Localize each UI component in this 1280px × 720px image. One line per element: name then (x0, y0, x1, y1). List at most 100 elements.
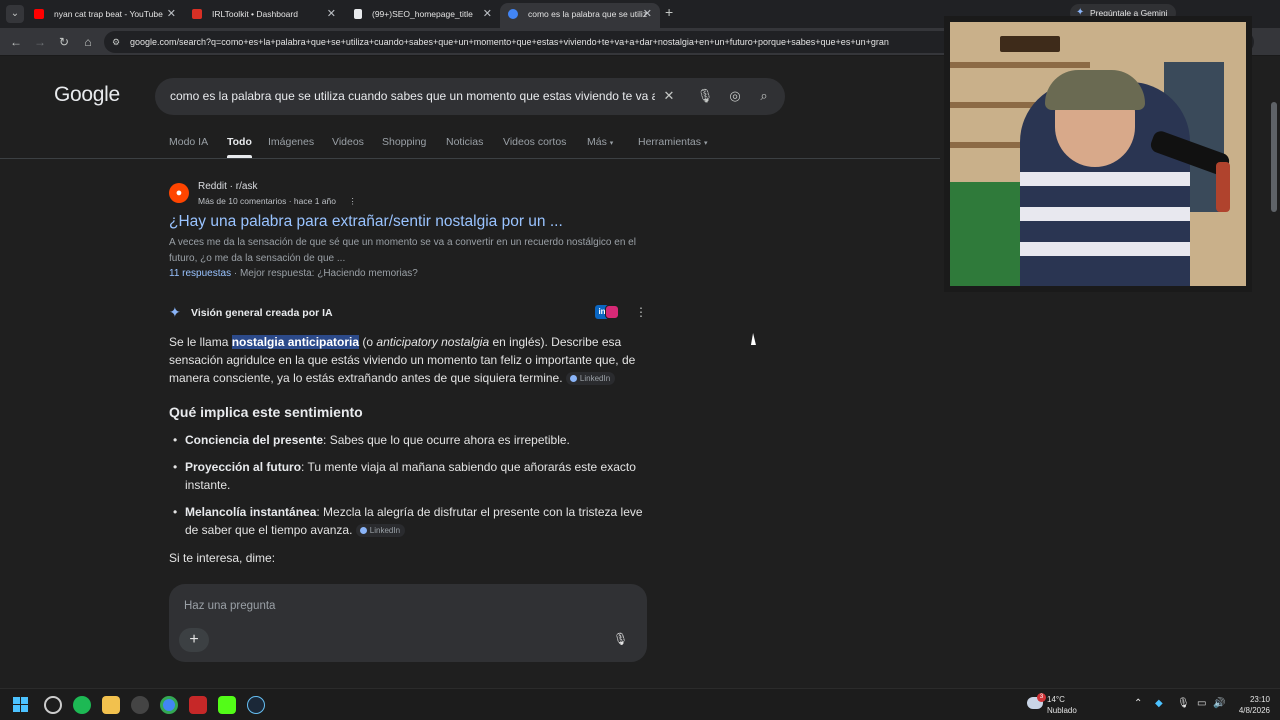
green-rug (950, 182, 1020, 286)
answers-link[interactable]: 11 respuestas (169, 268, 231, 279)
result-sublinks: 11 respuestas · Mejor respuesta: ¿Hacien… (169, 268, 418, 279)
ai-overview-intro: Se le llama nostalgia anticipatoria (o a… (169, 333, 649, 387)
list-item-term: Proyección al futuro (185, 460, 302, 474)
tab-shopping[interactable]: Shopping (382, 136, 426, 148)
close-icon[interactable]: ✕ (643, 3, 652, 25)
tab-search-button[interactable]: ⌄ (6, 5, 24, 23)
ai-tail-text: Si te interesa, dime: (169, 551, 276, 565)
ai-overview-header: ✦ Visión general creada por IA in ⋮ (169, 303, 649, 323)
tab-imagenes[interactable]: Imágenes (268, 136, 314, 148)
header-divider (0, 158, 940, 159)
irltoolkit-icon (192, 9, 202, 19)
chrome-icon[interactable] (160, 696, 178, 714)
reload-icon[interactable]: ↻ (56, 34, 72, 50)
page-scrollbar[interactable] (1270, 57, 1278, 688)
clock-time: 23:10 (1249, 695, 1270, 704)
google-logo[interactable]: Google (54, 83, 120, 107)
linkedin-source-chip[interactable]: LinkedIn (355, 524, 406, 537)
wall-sign (1000, 36, 1060, 52)
result-title-link[interactable]: ¿Hay una palabra para extrañar/sentir no… (169, 213, 563, 231)
tab-todo[interactable]: Todo (227, 136, 252, 158)
home-icon[interactable]: ⌂ (80, 34, 96, 50)
tab-modo-ia[interactable]: Modo IA (169, 136, 208, 148)
clear-icon[interactable]: ✕ (660, 87, 678, 105)
shield-icon[interactable]: ◆ (1155, 698, 1163, 709)
bottle (1216, 162, 1230, 212)
tab-label: nyan cat trap beat - YouTube (54, 9, 163, 19)
result-site[interactable]: Reddit · r/ask (198, 181, 257, 192)
sweater-stripe (1020, 207, 1190, 221)
more-options-icon[interactable]: ⋮ (635, 305, 647, 319)
reddit-icon: ● (169, 183, 189, 203)
intro-text: Se le llama (169, 335, 232, 349)
shelf (950, 62, 1090, 68)
highlighted-term: nostalgia anticipatoria (231, 335, 360, 349)
tiktok-icon (354, 9, 362, 19)
search-icon[interactable]: ⌕ (755, 87, 773, 105)
system-clock[interactable]: 23:10 4/8/2026 (1226, 694, 1270, 716)
weather-widget[interactable]: 14°C Nublado (1047, 694, 1077, 716)
network-icon[interactable]: ▭ (1197, 698, 1206, 709)
tab-youtube[interactable]: nyan cat trap beat - YouTube ✕ (26, 3, 184, 28)
tab-tiktok[interactable]: (99+)SEO_homepage_title ✕ (344, 3, 500, 28)
chevron-up-icon[interactable]: ⌃ (1134, 698, 1142, 709)
site-info-icon[interactable]: ⚙ (112, 37, 122, 47)
result-meta-text: Más de 10 comentarios · hace 1 año (198, 196, 336, 206)
list-item-text: : Sabes que lo que ocurre ahora es irrep… (323, 433, 570, 447)
best-answer[interactable]: Mejor respuesta: ¿Haciendo memorias? (240, 268, 418, 279)
ask-question-box[interactable]: Haz una pregunta + 🎙 (169, 584, 647, 662)
ai-overview-heading: Visión general creada por IA (191, 307, 333, 319)
tab-mas-label: Más (587, 136, 607, 148)
tab-irltoolkit[interactable]: IRLToolkit • Dashboard ✕ (184, 3, 344, 28)
search-input[interactable]: como es la palabra que se utiliza cuando… (170, 78, 655, 115)
intro-text: (o (359, 335, 377, 349)
tools-button[interactable]: Herramientas ▾ (638, 136, 707, 148)
list-item: Conciencia del presente: Sabes que lo qu… (173, 431, 649, 449)
steam-icon[interactable] (247, 696, 265, 714)
google-icon (508, 9, 518, 19)
list-item-term: Conciencia del presente (185, 433, 324, 447)
youtube-icon (34, 9, 44, 19)
new-tab-button[interactable]: + (665, 4, 673, 20)
add-icon[interactable]: + (179, 628, 209, 652)
back-arrow-icon[interactable]: ← (8, 34, 24, 50)
notification-badge: 3 (1037, 693, 1046, 702)
forward-arrow-icon[interactable]: → (32, 34, 48, 50)
list-item: Melancolía instantánea: Mezcla la alegrí… (173, 503, 649, 539)
tab-noticias[interactable]: Noticias (446, 136, 483, 148)
lens-icon[interactable]: ◎ (726, 87, 744, 105)
linkedin-source-chip[interactable]: LinkedIn (565, 372, 616, 385)
4k-app-icon[interactable] (131, 696, 149, 714)
close-icon[interactable]: ✕ (483, 3, 492, 25)
scrollbar-thumb[interactable] (1271, 102, 1277, 212)
close-icon[interactable]: ✕ (327, 3, 336, 25)
app-icon[interactable] (189, 696, 207, 714)
kick-icon[interactable] (218, 696, 236, 714)
spotify-icon[interactable] (73, 696, 91, 714)
obs-icon[interactable] (44, 696, 62, 714)
windows-taskbar: 3 14°C Nublado ⌃ ◆ 🎙 ▭ 🔊 23:10 4/8/2026 (0, 688, 1280, 720)
tab-label: (99+)SEO_homepage_title (372, 9, 473, 19)
microphone-icon[interactable]: 🎙 (613, 632, 628, 648)
microphone-icon[interactable]: 🎙 (1177, 698, 1190, 709)
instagram-icon (605, 305, 619, 319)
tab-mas[interactable]: Más ▾ (587, 136, 613, 148)
mouse-cursor (750, 333, 759, 345)
tab-videos-cortos[interactable]: Videos cortos (503, 136, 566, 148)
weather-temp: 14°C (1047, 695, 1065, 704)
more-options-icon[interactable]: ⋮ (348, 196, 357, 206)
tab-google-search[interactable]: como es la palabra que se utiliz ✕ (500, 3, 660, 28)
english-term: anticipatory nostalgia (376, 335, 490, 349)
ask-question-input[interactable]: Haz una pregunta (184, 600, 275, 612)
close-icon[interactable]: ✕ (167, 3, 176, 25)
tools-label: Herramientas (638, 136, 702, 148)
file-explorer-icon[interactable] (102, 696, 120, 714)
search-box[interactable]: como es la palabra que se utiliza cuando… (155, 78, 785, 115)
source-icons[interactable]: in (595, 305, 621, 321)
volume-icon[interactable]: 🔊 (1213, 698, 1225, 709)
result-meta: Más de 10 comentarios · hace 1 año ⋮ (198, 196, 357, 207)
clock-date: 4/8/2026 (1238, 706, 1270, 715)
tab-videos[interactable]: Videos (332, 136, 364, 148)
windows-start-icon[interactable] (13, 697, 29, 713)
microphone-icon[interactable]: 🎙 (696, 87, 714, 105)
